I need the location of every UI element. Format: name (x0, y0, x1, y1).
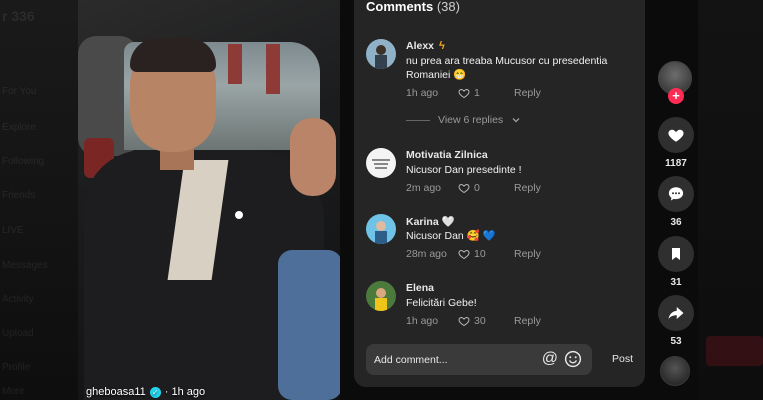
ghost-nav-text: More (2, 386, 25, 397)
comment-text: Nicusor Dan 🥰 💙 (406, 230, 496, 242)
comment-username-text[interactable]: Alexx (406, 40, 434, 52)
ghost-nav-text: Upload (2, 328, 34, 339)
comments-panel: Comments (38) Alexx ϟ nu prea ara treaba… (354, 0, 645, 387)
ghost-nav-text: Friends (2, 190, 36, 201)
comment-like-count: 30 (474, 315, 486, 327)
video-caption: gheboasa11 ✓ · 1h ago (86, 384, 205, 400)
blurred-left-background: r 336 For You Explore Following Friends … (0, 0, 78, 400)
add-comment-input[interactable]: Add comment... @ (366, 344, 592, 375)
ghost-nav-text: Messages (2, 260, 48, 271)
comment-bubble-icon (668, 187, 684, 201)
ghost-nav-text: For You (2, 86, 37, 97)
save-button[interactable] (658, 236, 694, 272)
ghost-nav-text: r 336 (2, 8, 35, 24)
comment-like-count: 10 (474, 248, 486, 260)
comment-time: 1h ago (406, 315, 439, 327)
comment-like-count: 0 (474, 182, 480, 194)
blurred-right-shape (706, 336, 763, 366)
ghost-nav-text: Following (2, 156, 45, 167)
verified-icon: ✓ (149, 386, 161, 398)
reply-button[interactable]: Reply (514, 315, 541, 327)
like-button[interactable] (658, 117, 694, 153)
comment-username[interactable]: Alexx ϟ (406, 39, 638, 53)
avatar[interactable] (366, 39, 396, 69)
heart-outline-icon (458, 88, 470, 99)
heart-outline-icon (458, 183, 470, 194)
ghost-nav-text: Explore (2, 122, 36, 133)
comment-count: 36 (670, 217, 682, 228)
comment-like-button[interactable]: 1 (458, 87, 514, 99)
view-replies-button[interactable]: View 6 replies (406, 114, 521, 126)
comment-like-button[interactable]: 0 (458, 182, 514, 194)
post-time: · 1h ago (164, 386, 206, 398)
person-hair (130, 38, 216, 72)
building-shape (266, 44, 280, 94)
view-replies-label[interactable]: View 6 replies (438, 114, 503, 126)
avatar[interactable] (366, 281, 396, 311)
heart-outline-icon (458, 316, 470, 327)
bookmark-icon (672, 248, 680, 260)
action-rail: + 1187 36 31 53 (656, 0, 698, 400)
comment-text: nu prea ara treaba Mucusor cu presedenti… (406, 55, 608, 81)
comment-text: Nicusor Dan presedinte ! (406, 164, 522, 176)
reply-button[interactable]: Reply (514, 87, 541, 99)
lightning-icon: ϟ (439, 40, 445, 52)
comment-time: 28m ago (406, 248, 447, 260)
heart-icon (668, 129, 684, 142)
avatar[interactable] (366, 214, 396, 244)
ghost-nav-text: LIVE (2, 225, 24, 236)
comments-title: Comments (38) (366, 0, 460, 14)
author-name[interactable]: gheboasa11 (86, 386, 146, 398)
comment-like-button[interactable]: 30 (458, 315, 514, 327)
comment-username[interactable]: Karina 🤍 (406, 214, 638, 228)
share-arrow-icon (668, 307, 684, 319)
post-button[interactable]: Post (612, 353, 633, 365)
comment-like-count: 1 (474, 87, 480, 99)
tiktok-video-view: r 336 For You Explore Following Friends … (0, 0, 763, 400)
person-hand (290, 118, 336, 196)
comment-username[interactable]: Motivatia Zilnica (406, 148, 638, 162)
comments-count: (38) (436, 0, 460, 14)
emoji-icon[interactable] (564, 350, 582, 368)
comment-text: Felicitări Gebe! (406, 297, 477, 309)
ghost-nav-text: Profile (2, 362, 31, 373)
video-player[interactable]: gheboasa11 ✓ · 1h ago (78, 0, 340, 400)
denim-jacket (278, 250, 340, 400)
ghost-nav-text: Activity (2, 294, 34, 305)
building-shape (228, 44, 242, 84)
comments-title-label: Comments (366, 0, 434, 14)
avatar[interactable] (366, 148, 396, 178)
comment-time: 1h ago (406, 87, 439, 99)
video-progress-dot[interactable] (235, 211, 243, 219)
music-disc-avatar[interactable] (660, 356, 690, 386)
reply-button[interactable]: Reply (514, 182, 541, 194)
share-count: 53 (670, 336, 682, 347)
follow-button[interactable]: + (668, 88, 684, 104)
add-comment-placeholder[interactable]: Add comment... (374, 354, 448, 366)
chevron-down-icon (512, 118, 520, 123)
share-button[interactable] (658, 295, 694, 331)
comment-time: 2m ago (406, 182, 442, 194)
comment-like-button[interactable]: 10 (458, 248, 514, 260)
replies-divider (406, 119, 430, 121)
mention-icon[interactable]: @ (542, 350, 558, 368)
like-count: 1187 (665, 158, 687, 169)
comments-button[interactable] (658, 176, 694, 212)
reply-button[interactable]: Reply (514, 248, 541, 260)
comment-username[interactable]: Elena (406, 281, 638, 295)
heart-outline-icon (458, 249, 470, 260)
save-count: 31 (670, 277, 682, 288)
